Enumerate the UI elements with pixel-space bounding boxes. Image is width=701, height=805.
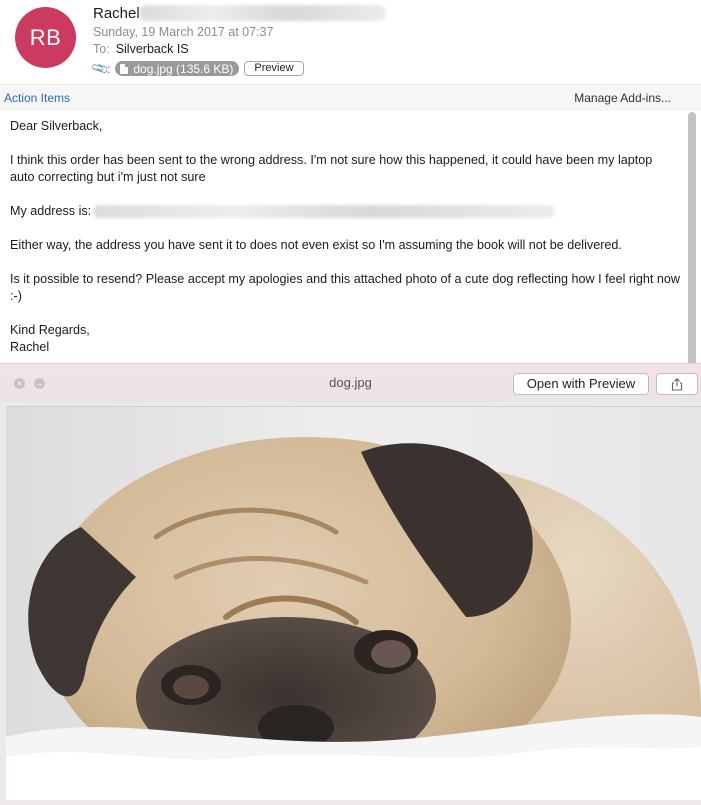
attachment-row: 📎 : dog.jpg (135.6 KB) Preview (90, 57, 304, 78)
closing: Kind Regards, (10, 323, 90, 337)
attachment-image: THINKSTOCK (6, 406, 701, 800)
file-icon (120, 63, 129, 74)
address-label: My address is: (10, 204, 92, 218)
avatar[interactable]: RB (15, 7, 76, 68)
attachment-name: dog.jpg (135.6 KB) (133, 61, 234, 76)
pug-photo (6, 407, 701, 800)
address-line: My address is: (10, 203, 680, 220)
action-items-link[interactable]: Action Items (4, 91, 70, 105)
share-icon (671, 377, 683, 391)
address-redacted (93, 205, 556, 219)
greeting: Dear Silverback, (10, 119, 103, 133)
to-label: To: (93, 42, 110, 56)
action-bar: Action Items Manage Add-ins... (0, 85, 701, 111)
share-button[interactable] (656, 373, 698, 395)
vertical-scrollbar[interactable] (688, 112, 696, 367)
quicklook-panel: × ↔ dog.jpg Open with Preview THINKSTOCK (0, 363, 701, 805)
body-paragraph-1: I think this order has been sent to the … (10, 153, 653, 184)
recipient-name[interactable]: Silverback IS (116, 42, 189, 56)
paperclip-icon: 📎 (90, 57, 111, 78)
sender-email-redacted (140, 5, 386, 21)
message-body: Dear Silverback, I think this order has … (10, 118, 680, 356)
attachment-chip[interactable]: dog.jpg (135.6 KB) (115, 61, 240, 76)
body-paragraph-2: Either way, the address you have sent it… (10, 238, 622, 252)
open-with-preview-button[interactable]: Open with Preview (513, 373, 649, 395)
body-paragraph-3: Is it possible to resend? Please accept … (10, 272, 680, 303)
message-header: RB Rachel Sunday, 19 March 2017 at 07:37… (0, 0, 701, 85)
quicklook-titlebar: × ↔ dog.jpg Open with Preview (0, 364, 701, 402)
recipient-row: To: Silverback IS (93, 42, 189, 56)
preview-button[interactable]: Preview (244, 61, 304, 76)
manage-addins-link[interactable]: Manage Add-ins... (574, 91, 671, 105)
sender-name[interactable]: Rachel (93, 5, 140, 22)
photo-watermark: THINKSTOCK (655, 791, 698, 797)
message-date: Sunday, 19 March 2017 at 07:37 (93, 25, 274, 39)
signature: Rachel (10, 340, 50, 354)
